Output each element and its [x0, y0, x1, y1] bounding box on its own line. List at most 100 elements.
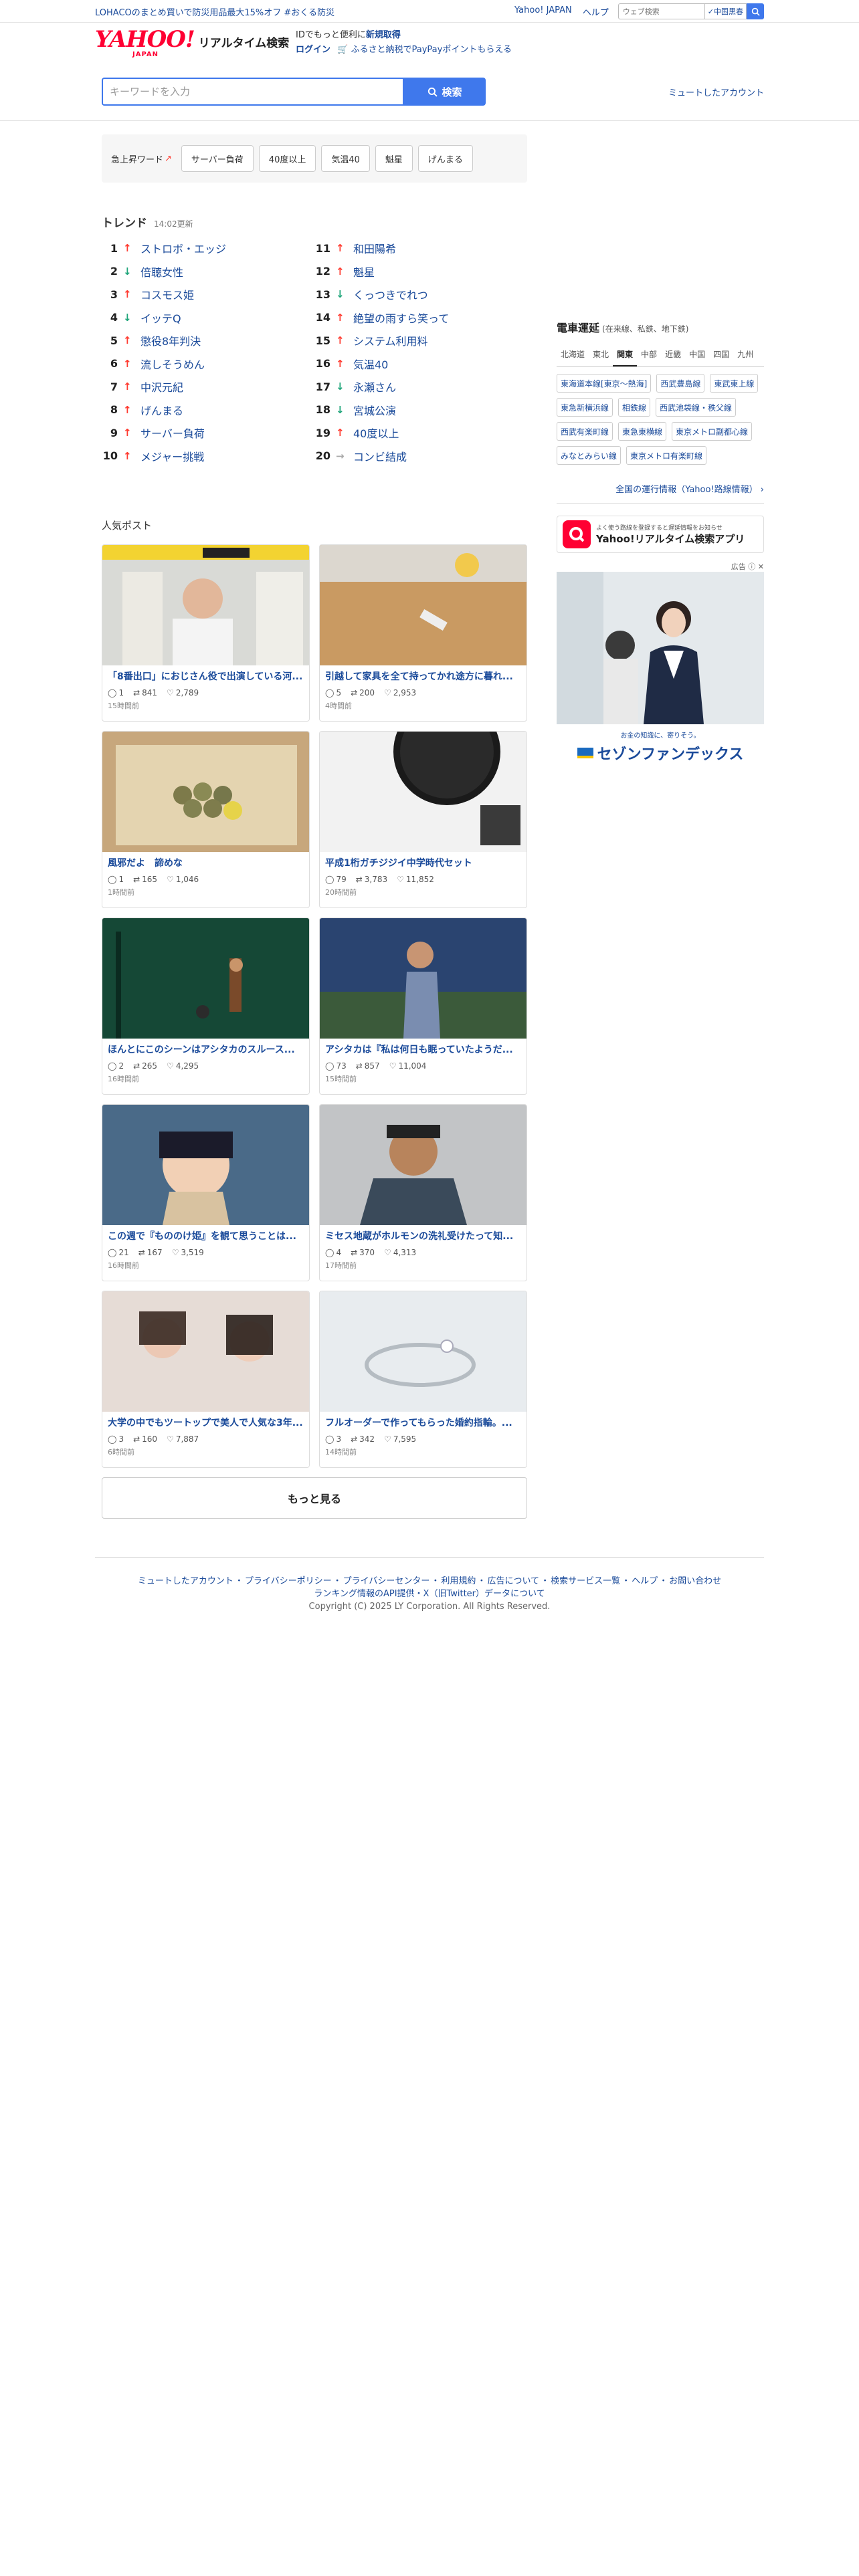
logo[interactable]: YAHOO! JAPAN リアルタイム検索 [95, 28, 289, 58]
arrow-down-icon: ↓ [123, 311, 132, 324]
rising-chip[interactable]: サーバー負荷 [181, 145, 254, 172]
region-tab[interactable]: 九州 [733, 344, 757, 366]
train-line[interactable]: 東京メトロ有楽町線 [626, 446, 707, 465]
region-tab[interactable]: 東北 [589, 344, 613, 366]
footer-link[interactable]: プライバシーセンター [343, 1576, 430, 1586]
post-replies: ◯ 73 [325, 1061, 347, 1071]
web-search-option[interactable]: ✓ 中国黒春 [704, 3, 747, 19]
furusato-link[interactable]: ふるさと納税でPayPayポイントもらえる [351, 45, 511, 55]
post-body: ほんとにこのシーンはアシタカのスルース... ◯ 2 ⇄ 265 ♡ 4,295 16時間前 [102, 1039, 309, 1088]
trend-item[interactable]: 18 ↓ 宮城公演 [314, 399, 527, 422]
close-icon[interactable]: ✕ [758, 562, 764, 571]
post-replies: ◯ 3 [108, 1434, 124, 1444]
trend-item[interactable]: 9 ↑ サーバー負荷 [102, 421, 314, 445]
region-tab[interactable]: 近畿 [661, 344, 685, 366]
train-line[interactable]: 西武有楽町線 [557, 422, 613, 441]
reply-icon: ◯ [325, 1434, 335, 1444]
post-grid: 「8番出口」におじさん役で出演している河... ◯ 1 ⇄ 841 ♡ 2,789 15時間前… [102, 544, 527, 1468]
trend-item[interactable]: 8 ↑ げんまる [102, 399, 314, 422]
rising-chip[interactable]: げんまる [417, 145, 473, 172]
region-tab[interactable]: 四国 [709, 344, 733, 366]
post-likes-count: 4,295 [175, 1061, 199, 1071]
footer-link[interactable]: プライバシーポリシー [245, 1576, 332, 1586]
post-reposts: ⇄ 841 [133, 688, 157, 697]
trend-item[interactable]: 7 ↑ 中沢元紀 [102, 375, 314, 399]
trend-item[interactable]: 17 ↓ 永瀬さん [314, 375, 527, 399]
search-button[interactable]: 検索 [404, 78, 486, 106]
app-banner[interactable]: よく使う路線を登録すると遅延情報をお知らせ Yahoo!リアルタイム検索アプリ [557, 516, 764, 553]
trend-item[interactable]: 1 ↑ ストロボ・エッジ [102, 237, 314, 260]
post-card[interactable]: 風邪だよ 諦めな ◯ 1 ⇄ 165 ♡ 1,046 1時間前 [102, 731, 310, 908]
trend-item[interactable]: 14 ↑ 絶望の雨すら笑って [314, 306, 527, 330]
web-search-button[interactable] [747, 3, 764, 19]
post-card[interactable]: ほんとにこのシーンはアシタカのスルース... ◯ 2 ⇄ 265 ♡ 4,295 16時間前 [102, 918, 310, 1095]
post-reposts-count: 3,783 [364, 875, 388, 884]
post-card[interactable]: フルオーダーで作ってもらった婚約指輪。... ◯ 3 ⇄ 342 ♡ 7,595 14時間前 [319, 1291, 527, 1468]
post-card[interactable]: ミセス地蔵がホルモンの洗礼受けたって知... ◯ 4 ⇄ 370 ♡ 4,313 17時間前 [319, 1104, 527, 1281]
footer-link[interactable]: 検索サービス一覧 [551, 1576, 620, 1586]
help-link[interactable]: ヘルプ [583, 5, 609, 18]
muted-accounts-link[interactable]: ミュートしたアカウント [668, 86, 764, 98]
trend-item[interactable]: 2 ↓ 倍聴女性 [102, 260, 314, 284]
post-replies: ◯ 79 [325, 875, 347, 884]
post-card[interactable]: 大学の中でもツートップで美人で人気な3年... ◯ 3 ⇄ 160 ♡ 7,887 6時間前 [102, 1291, 310, 1468]
trend-item[interactable]: 5 ↑ 懲役8年判決 [102, 329, 314, 352]
trend-item[interactable]: 19 ↑ 40度以上 [314, 421, 527, 445]
post-card[interactable]: 「8番出口」におじさん役で出演している河... ◯ 1 ⇄ 841 ♡ 2,789 15時間前 [102, 544, 310, 722]
trend-item[interactable]: 4 ↓ イッテQ [102, 306, 314, 330]
ad-info-icon[interactable]: ⓘ [748, 562, 755, 571]
footer-link[interactable]: ミュートしたアカウント [138, 1576, 233, 1586]
rising-chip[interactable]: 魁星 [375, 145, 413, 172]
footer-link[interactable]: お問い合わせ [669, 1576, 721, 1586]
ad-image[interactable] [557, 572, 764, 724]
promo-link[interactable]: LOHACOのまとめ買いで防災用品最大15%オフ #おくる防災 [95, 5, 514, 18]
rising-chip[interactable]: 40度以上 [258, 145, 316, 172]
footer-link[interactable]: ヘルプ [632, 1576, 658, 1586]
train-line[interactable]: 東武東上線 [710, 374, 759, 393]
post-card[interactable]: この週で『もののけ姫』を観て思うことは... ◯ 21 ⇄ 167 ♡ 3,519 16時間前 [102, 1104, 310, 1281]
train-all-link[interactable]: 全国の運行情報（Yahoo!路線情報） [615, 485, 757, 495]
footer-link[interactable]: 利用規約 [441, 1576, 476, 1586]
more-button[interactable]: もっと見る [102, 1477, 527, 1519]
train-line[interactable]: 相鉄線 [618, 398, 651, 417]
trend-item[interactable]: 16 ↑ 気温40 [314, 352, 527, 376]
web-search-input[interactable] [617, 3, 705, 19]
region-tab[interactable]: 関東 [613, 344, 638, 366]
search-icon [428, 87, 438, 97]
train-line[interactable]: 東急新横浜線 [557, 398, 613, 417]
train-line[interactable]: みなとみらい線 [557, 446, 622, 465]
train-line[interactable]: 東京メトロ副都心線 [672, 422, 753, 441]
region-tab[interactable]: 北海道 [557, 344, 589, 366]
post-replies: ◯ 3 [325, 1434, 341, 1444]
trend-up-icon: ↗ [165, 153, 172, 164]
train-line[interactable]: 東急東横線 [618, 422, 667, 441]
trend-item[interactable]: 11 ↑ 和田陽希 [314, 237, 527, 260]
yahoo-japan-link[interactable]: Yahoo! JAPAN [514, 5, 572, 18]
trend-item[interactable]: 15 ↑ システム利用料 [314, 329, 527, 352]
trend-item[interactable]: 13 ↓ くっつきでれつ [314, 283, 527, 306]
trend-item[interactable]: 12 ↑ 魁星 [314, 260, 527, 284]
footer-link[interactable]: 広告について [487, 1576, 539, 1586]
search-input[interactable] [102, 78, 404, 106]
trend-item[interactable]: 10 ↑ メジャー挑戦 [102, 445, 314, 468]
trend-item[interactable]: 20 → コンビ結成 [314, 445, 527, 468]
post-card[interactable]: アシタカは『私は何日も眠っていたようだ... ◯ 73 ⇄ 857 ♡ 11,004 15時間… [319, 918, 527, 1095]
trend-item[interactable]: 3 ↑ コスモス姫 [102, 283, 314, 306]
region-tab[interactable]: 中部 [637, 344, 661, 366]
train-line[interactable]: 西武豊島線 [656, 374, 705, 393]
post-title: 大学の中でもツートップで美人で人気な3年... [108, 1418, 303, 1428]
train-line[interactable]: 西武池袋線・秩父線 [656, 398, 737, 417]
post-card[interactable]: 引越して家具を全て持ってかれ途方に暮れ... ◯ 5 ⇄ 200 ♡ 2,953 4時間前 [319, 544, 527, 722]
footer-api-link[interactable]: ランキング情報のAPI提供・X（旧Twitter）データについて [314, 1589, 545, 1599]
heart-icon: ♡ [384, 1434, 391, 1444]
signup-link[interactable]: 新規取得 [366, 30, 401, 40]
train-line[interactable]: 東海道本線[東京〜熱海] [557, 374, 652, 393]
rising-chip[interactable]: 気温40 [321, 145, 370, 172]
post-card[interactable]: 平成1桁ガチジジイ中学時代セット ◯ 79 ⇄ 3,783 ♡ 11,852 20時間前 [319, 731, 527, 908]
region-tab[interactable]: 中国 [685, 344, 709, 366]
login-link[interactable]: ログイン [296, 45, 330, 55]
trend-rank: 12 [315, 265, 330, 278]
post-image [102, 918, 309, 1039]
trend-item[interactable]: 6 ↑ 流しそうめん [102, 352, 314, 376]
train-title: 電車運延 (在来線、私鉄、地下鉄) [557, 319, 764, 335]
